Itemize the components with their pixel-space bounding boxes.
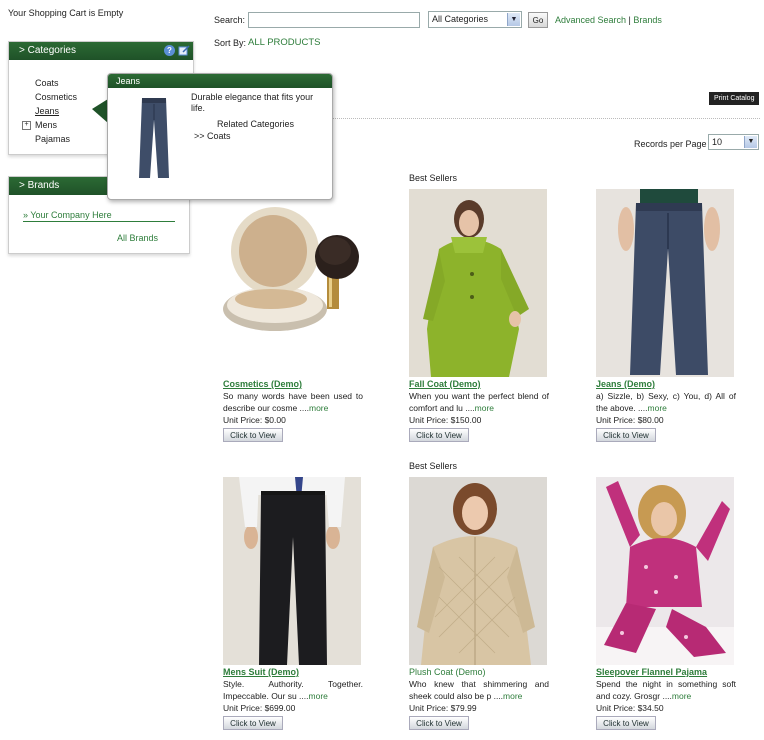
more-link[interactable]: more	[672, 691, 691, 701]
product-description: a) Sizzle, b) Sexy, c) You, d) All of th…	[596, 390, 736, 414]
product-card-flannel-pajama: Sleepover Flannel Pajama Spend the night…	[596, 477, 736, 730]
records-per-page-value: 10	[712, 137, 723, 147]
brand-link[interactable]: Your Company Here	[30, 210, 111, 220]
more-link[interactable]: more	[309, 691, 328, 701]
go-button[interactable]: Go	[528, 12, 548, 28]
cart-status: Your Shopping Cart is Empty	[8, 8, 124, 18]
click-to-view-button[interactable]: Click to View	[596, 428, 656, 442]
tooltip-related-label: Related Categories	[217, 119, 295, 129]
product-description: Style. Authority. Together. Impeccable. …	[223, 678, 363, 702]
click-to-view-button[interactable]: Click to View	[223, 716, 283, 730]
product-card-fall-coat: Fall Coat (Demo) When you want the perfe…	[409, 189, 549, 442]
pajama-photo	[596, 477, 734, 665]
description-text: So many words have been used to describe…	[223, 391, 363, 413]
records-per-page-select[interactable]: 10 ▼	[708, 134, 759, 150]
click-to-view-button[interactable]: Click to View	[223, 428, 283, 442]
product-title[interactable]: Cosmetics (Demo)	[223, 379, 363, 389]
search-links: Advanced Search | Brands	[555, 15, 662, 25]
product-image[interactable]	[596, 189, 734, 377]
chevron-right-icon: >	[19, 180, 25, 191]
more-link[interactable]: more	[648, 403, 667, 413]
categories-title: Categories	[27, 45, 76, 56]
product-image[interactable]	[223, 189, 361, 377]
tooltip-description: Durable elegance that fits your life.	[191, 92, 314, 113]
product-title[interactable]: Fall Coat (Demo)	[409, 379, 549, 389]
description-text: Spend the night in something soft and co…	[596, 679, 736, 701]
best-sellers-label: Best Sellers	[409, 173, 458, 183]
category-tooltip: Jeans Durable elegance that fits your li…	[107, 73, 333, 200]
click-to-view-button[interactable]: Click to View	[409, 428, 469, 442]
category-link[interactable]: Coats	[35, 78, 59, 88]
unit-price: Unit Price: $79.99	[409, 703, 477, 713]
search-input[interactable]	[248, 12, 420, 28]
product-description: When you want the perfect blend of comfo…	[409, 390, 549, 414]
product-image[interactable]	[223, 477, 361, 665]
cosmetics-photo	[223, 189, 361, 377]
tooltip-pointer	[92, 99, 108, 123]
jeans-photo	[596, 189, 734, 377]
sort-by-label: Sort By:	[214, 38, 247, 48]
unit-price: Unit Price: $34.50	[596, 703, 664, 713]
edit-icon[interactable]	[178, 45, 190, 56]
jeans-thumbnail	[139, 98, 169, 178]
description-text: Style. Authority. Together. Impeccable. …	[223, 679, 363, 701]
product-description: Spend the night in something soft and co…	[596, 678, 736, 702]
unit-price: Unit Price: $0.00	[223, 415, 286, 425]
bullet-icon: »	[23, 210, 29, 220]
fall-coat-photo	[409, 189, 547, 377]
records-per-page-label: Records per Page	[634, 139, 707, 149]
unit-price: Unit Price: $80.00	[596, 415, 664, 425]
sort-by-all-products-link[interactable]: ALL PRODUCTS	[248, 37, 321, 48]
chevron-down-icon: ▼	[507, 13, 520, 26]
search-label: Search:	[214, 15, 246, 25]
product-image[interactable]	[409, 477, 547, 665]
product-card-plush-coat: Plush Coat (Demo) Who knew that shimmeri…	[409, 477, 549, 730]
product-image[interactable]	[596, 477, 734, 665]
product-title[interactable]: Mens Suit (Demo)	[223, 667, 363, 677]
product-card-cosmetics: Cosmetics (Demo) So many words have been…	[223, 189, 363, 442]
category-select-value: All Categories	[432, 14, 489, 24]
brands-title: Brands	[27, 180, 60, 191]
brand-item[interactable]: » Your Company Here	[23, 210, 175, 222]
category-select[interactable]: All Categories ▼	[428, 11, 522, 28]
click-to-view-button[interactable]: Click to View	[596, 716, 656, 730]
plush-coat-photo	[409, 477, 547, 665]
unit-price: Unit Price: $699.00	[223, 703, 296, 713]
product-image[interactable]	[409, 189, 547, 377]
best-sellers-label: Best Sellers	[409, 461, 458, 471]
more-link[interactable]: more	[503, 691, 522, 701]
print-catalog-button[interactable]: Print Catalog	[709, 92, 760, 105]
more-link[interactable]: more	[309, 403, 328, 413]
product-description: Who knew that shimmering and sheek could…	[409, 678, 549, 702]
product-title[interactable]: Jeans (Demo)	[596, 379, 736, 389]
mens-suit-photo	[223, 477, 361, 665]
advanced-search-link[interactable]: Advanced Search	[555, 15, 626, 25]
tooltip-title: Jeans	[108, 74, 332, 88]
all-brands-link[interactable]: All Brands	[117, 233, 158, 243]
category-link[interactable]: Mens	[35, 120, 57, 130]
category-link[interactable]: Cosmetics	[35, 92, 77, 102]
product-title[interactable]: Sleepover Flannel Pajama	[596, 667, 736, 677]
product-card-jeans: Jeans (Demo) a) Sizzle, b) Sexy, c) You,…	[596, 189, 736, 442]
tooltip-related-link[interactable]: >> Coats	[194, 131, 231, 141]
chevron-down-icon: ▼	[744, 136, 757, 148]
brands-link[interactable]: Brands	[633, 15, 662, 25]
description-text: Who knew that shimmering and sheek could…	[409, 679, 549, 701]
category-link[interactable]: Jeans	[35, 106, 59, 116]
unit-price: Unit Price: $150.00	[409, 415, 482, 425]
chevron-right-icon: >	[19, 45, 25, 56]
product-title[interactable]: Plush Coat (Demo)	[409, 667, 549, 677]
more-link[interactable]: more	[475, 403, 494, 413]
expand-icon[interactable]: +	[22, 121, 31, 130]
category-link[interactable]: Pajamas	[35, 134, 70, 144]
product-description: So many words have been used to describe…	[223, 390, 363, 414]
click-to-view-button[interactable]: Click to View	[409, 716, 469, 730]
product-card-mens-suit: Mens Suit (Demo) Style. Authority. Toget…	[223, 477, 363, 730]
help-icon[interactable]: ?	[164, 45, 175, 56]
